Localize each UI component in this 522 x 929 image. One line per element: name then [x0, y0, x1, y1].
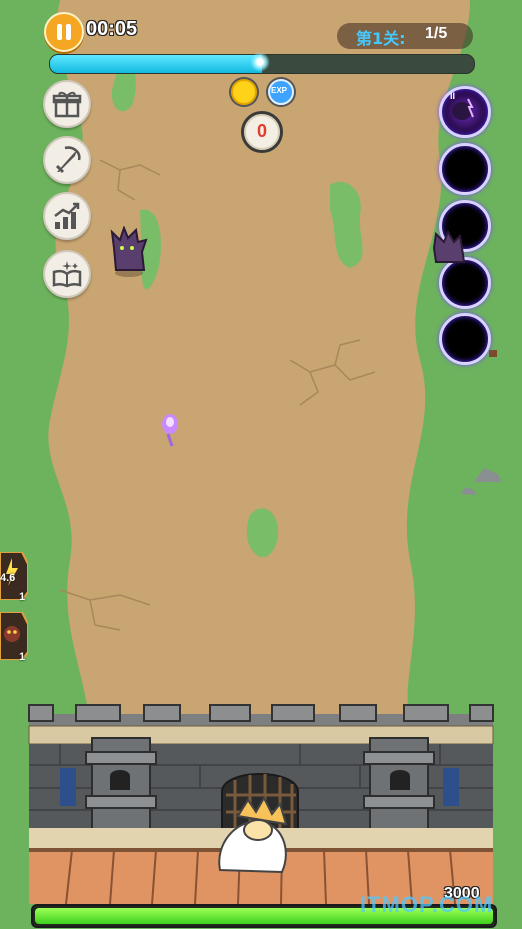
skill-slot-1[interactable]: II	[439, 86, 491, 138]
buff-card-2[interactable]: 1	[0, 612, 28, 663]
gift-icon	[52, 91, 82, 118]
game-screen: 00:05 第1关: 1/5 EXP 0 II 4.6 1 1 3000 ITM…	[0, 0, 522, 929]
buff-count: 1	[19, 591, 26, 603]
level-label: 第1关:	[356, 29, 406, 48]
gift-button[interactable]	[43, 80, 91, 128]
buff-value: 4.6	[0, 572, 16, 584]
enemy-dark-beast	[110, 226, 148, 277]
watermark: ITMOP.COM	[360, 892, 494, 917]
wave-progress-spark	[250, 52, 270, 72]
buff-card-1[interactable]: 4.6 1	[0, 552, 28, 603]
kill-counter: 0	[241, 111, 283, 153]
pause-icon	[57, 24, 62, 40]
upgrade-chart-icon	[54, 202, 80, 229]
skill-slot-5[interactable]	[439, 313, 491, 365]
spellbook-icon	[52, 261, 82, 288]
dark-skill-icon	[452, 98, 474, 120]
buff-count: 1	[19, 651, 26, 663]
sword-skill-icon	[55, 146, 81, 174]
exp-gem-icon: EXP	[268, 79, 294, 105]
enemy-dark-beast	[432, 229, 466, 263]
magic-projectile	[162, 414, 178, 447]
gold-coin-icon	[231, 79, 257, 105]
upgrade-button[interactable]	[43, 192, 91, 240]
wave-progress-fill	[50, 55, 262, 73]
pause-icon-bar	[66, 24, 71, 40]
spellbook-button[interactable]	[43, 250, 91, 298]
level-progress: 1/5	[425, 25, 448, 42]
pause-button[interactable]	[44, 12, 84, 52]
sword-skill-button[interactable]	[43, 136, 91, 184]
exp-glyph: EXP	[271, 86, 288, 95]
kill-count: 0	[256, 121, 267, 141]
skill-slot-2[interactable]	[439, 143, 491, 195]
game-timer: 00:05	[86, 18, 138, 40]
